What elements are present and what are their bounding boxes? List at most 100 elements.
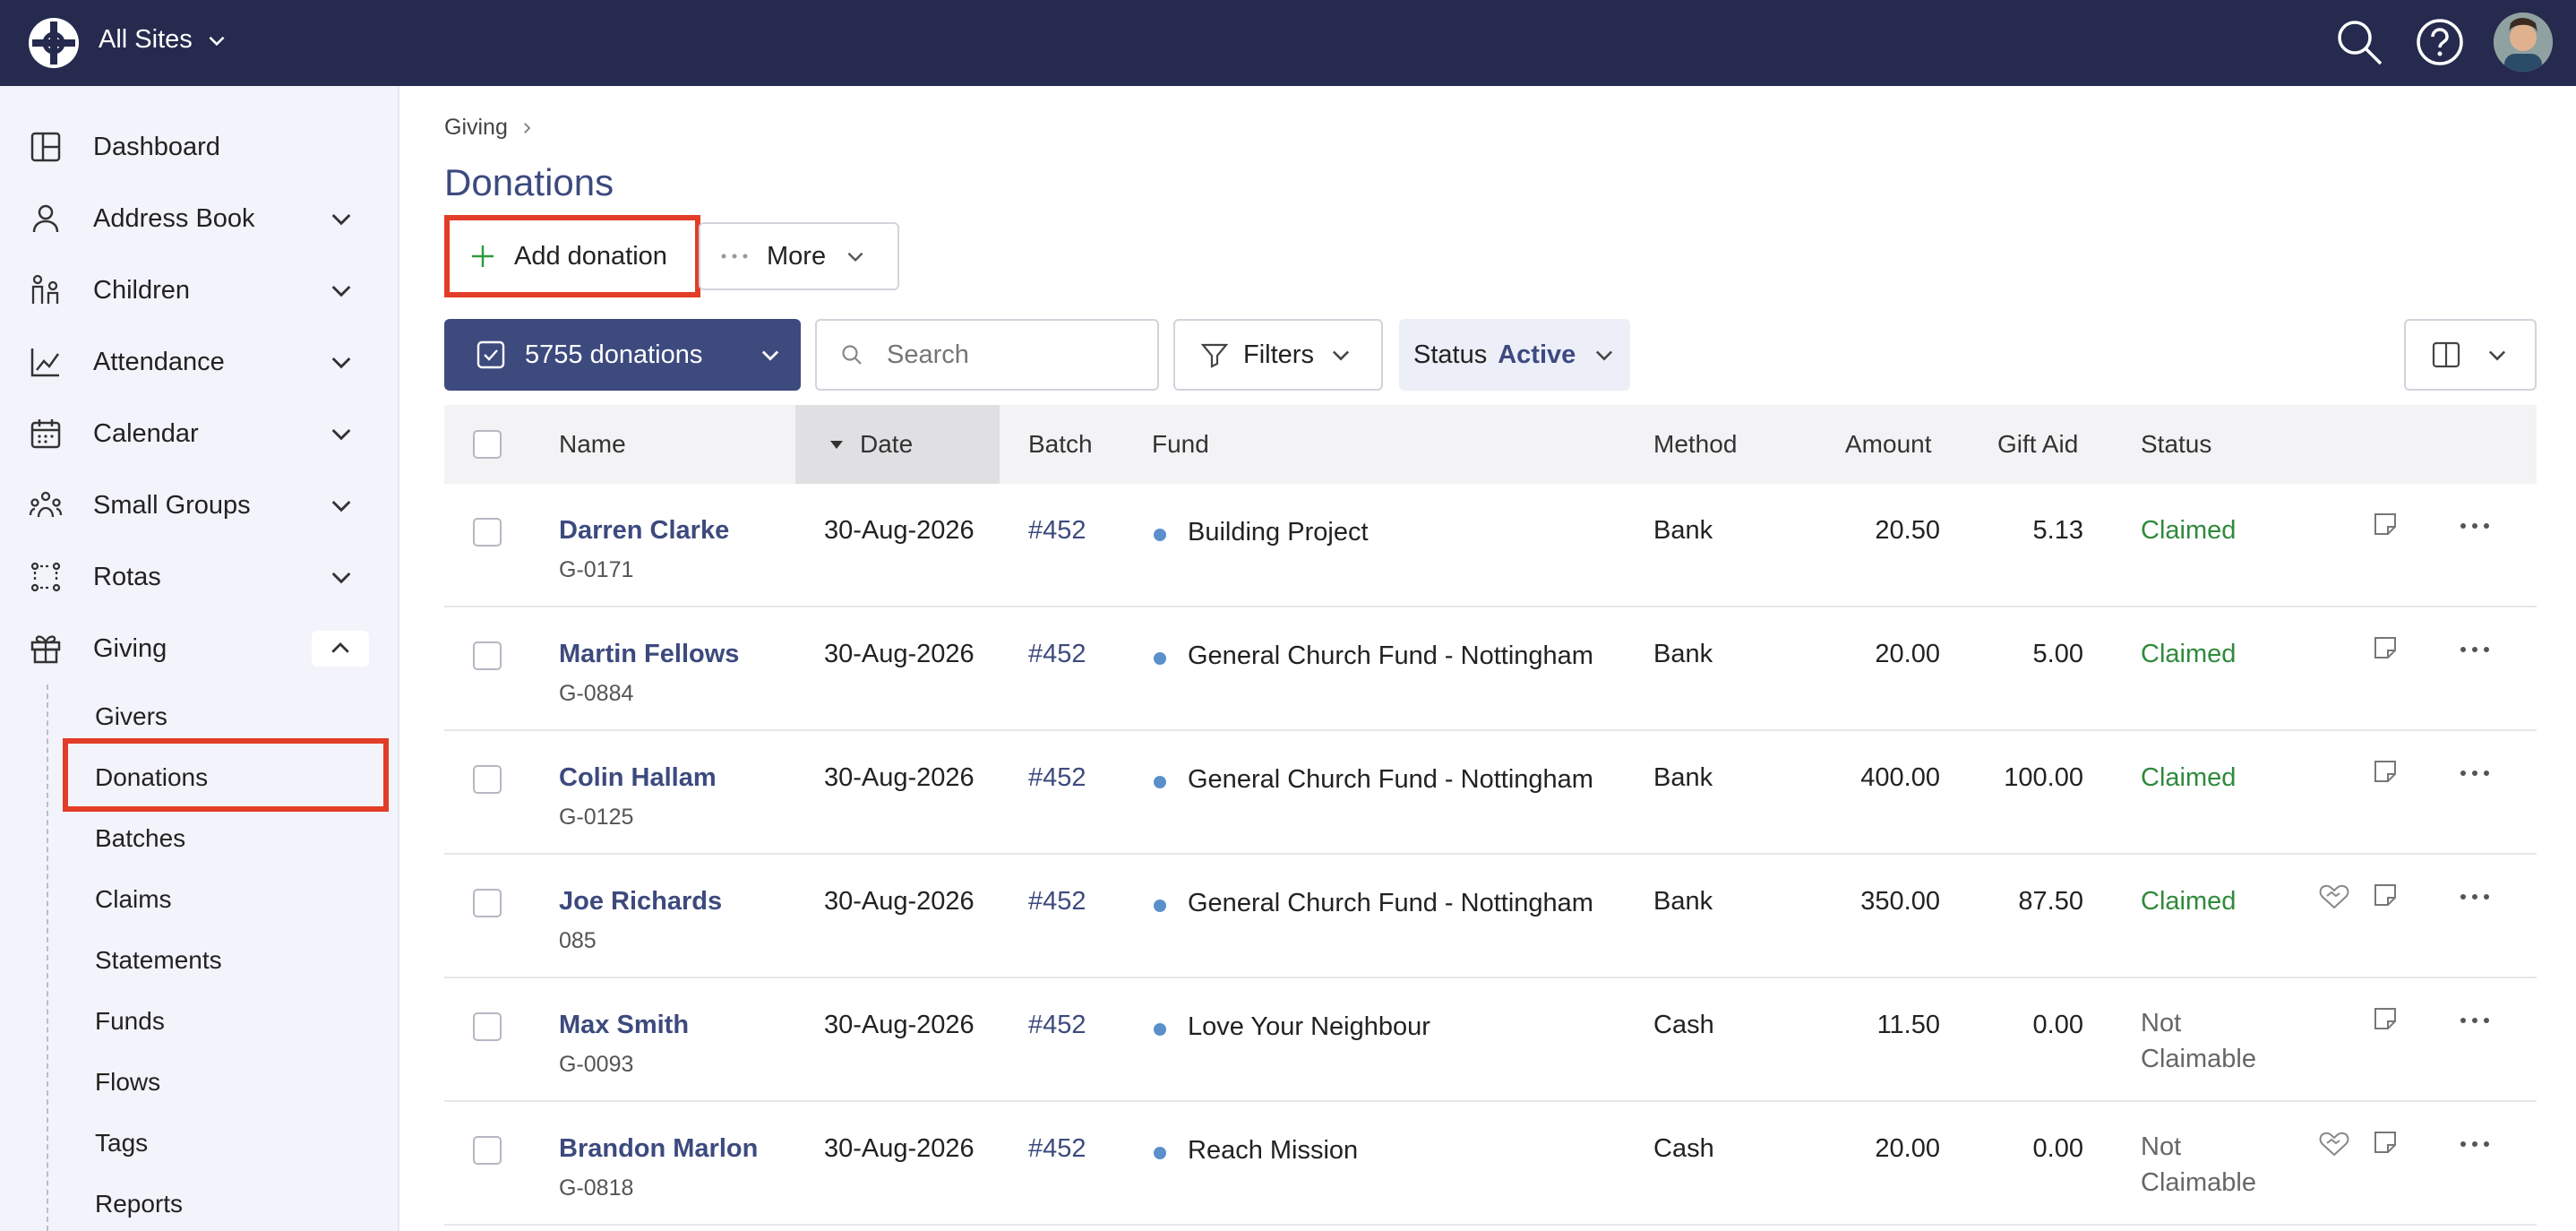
note-icon[interactable] xyxy=(2372,634,2399,661)
donor-name-link[interactable]: Martin Fellows xyxy=(559,640,739,669)
fund-name: General Church Fund - Nottingham xyxy=(1188,765,1593,794)
chevron-down-icon xyxy=(1332,350,1350,361)
sidebar-subitem-donations[interactable]: Donations xyxy=(95,763,208,792)
sidebar-subitem-flows[interactable]: Flows xyxy=(95,1068,160,1097)
batch-link[interactable]: #452 xyxy=(1028,640,1086,669)
table-row[interactable]: Martin Fellows G-0884 30-Aug-2026 #452 G… xyxy=(444,607,2537,731)
sidebar-subitem-statements[interactable]: Statements xyxy=(95,946,222,975)
batch-link[interactable]: #452 xyxy=(1028,1011,1086,1040)
batch-link[interactable]: #452 xyxy=(1028,887,1086,917)
row-checkbox[interactable] xyxy=(473,1012,502,1041)
breadcrumb-giving[interactable]: Giving xyxy=(444,115,508,141)
column-header-amount[interactable]: Amount xyxy=(1845,405,1932,484)
column-header-status[interactable]: Status xyxy=(2141,405,2211,484)
search-icon[interactable] xyxy=(2332,15,2386,69)
column-header-date[interactable]: Date xyxy=(795,405,1000,484)
column-header-gift-aid[interactable]: Gift Aid xyxy=(1997,405,2078,484)
table-row[interactable]: Max Smith G-0093 30-Aug-2026 #452 Love Y… xyxy=(444,978,2537,1102)
chevron-down-icon xyxy=(762,350,779,361)
column-header-fund[interactable]: Fund xyxy=(1152,405,1209,484)
sidebar-item-giving[interactable]: Giving xyxy=(0,615,399,683)
more-actions-icon[interactable] xyxy=(2460,521,2490,530)
sidebar-item-small-groups[interactable]: Small Groups xyxy=(0,471,399,539)
more-actions-icon[interactable] xyxy=(2460,1016,2490,1025)
donor-name-link[interactable]: Darren Clarke xyxy=(559,516,729,546)
note-icon[interactable] xyxy=(2372,511,2399,538)
more-actions-icon[interactable] xyxy=(2460,769,2490,778)
note-icon[interactable] xyxy=(2372,1129,2399,1156)
batch-link[interactable]: #452 xyxy=(1028,763,1086,793)
column-header-method[interactable]: Method xyxy=(1653,405,1737,484)
search-icon xyxy=(842,345,862,365)
search-input[interactable] xyxy=(887,340,1138,370)
note-icon[interactable] xyxy=(2372,758,2399,785)
sidebar-item-attendance[interactable]: Attendance xyxy=(0,328,399,396)
donor-name-link[interactable]: Joe Richards xyxy=(559,887,722,917)
chevron-down-icon[interactable] xyxy=(327,204,356,233)
search-box[interactable] xyxy=(815,319,1159,391)
sidebar-subitem-givers[interactable]: Givers xyxy=(95,702,167,731)
column-header-batch[interactable]: Batch xyxy=(1028,405,1093,484)
help-icon[interactable] xyxy=(2413,15,2467,69)
more-actions-icon[interactable] xyxy=(2460,892,2490,901)
table-row[interactable]: Brandon Marlon G-0818 30-Aug-2026 #452 R… xyxy=(444,1102,2537,1226)
plus-icon xyxy=(472,245,494,267)
status-badge: Claimed xyxy=(2141,763,2237,792)
donor-ref: G-0125 xyxy=(559,805,634,830)
donor-name-link[interactable]: Max Smith xyxy=(559,1011,689,1040)
select-all-cell xyxy=(473,405,502,484)
table-row[interactable]: Darren Clarke G-0171 30-Aug-2026 #452 Bu… xyxy=(444,484,2537,607)
site-switcher[interactable]: All Sites xyxy=(99,25,228,55)
row-checkbox[interactable] xyxy=(473,765,502,794)
chevron-down-icon[interactable] xyxy=(327,348,356,376)
sidebar-item-label: Small Groups xyxy=(93,490,251,520)
select-all-checkbox[interactable] xyxy=(473,430,502,459)
sidebar-subitem-reports[interactable]: Reports xyxy=(95,1190,183,1218)
row-checkbox[interactable] xyxy=(473,641,502,670)
more-actions-icon[interactable] xyxy=(2460,645,2490,654)
donor-name-link[interactable]: Brandon Marlon xyxy=(559,1134,758,1164)
column-header-name[interactable]: Name xyxy=(559,405,626,484)
fund-name: Love Your Neighbour xyxy=(1188,1012,1430,1041)
sidebar-item-dashboard[interactable]: Dashboard xyxy=(0,113,399,181)
row-checkbox[interactable] xyxy=(473,518,502,547)
filters-button[interactable]: Filters xyxy=(1173,319,1383,391)
chevron-down-icon[interactable] xyxy=(327,276,356,305)
donor-name-link[interactable]: Colin Hallam xyxy=(559,763,717,793)
fund-dot xyxy=(1154,652,1166,665)
status-filter[interactable]: Status Active xyxy=(1399,319,1630,391)
chevron-down-icon[interactable] xyxy=(327,491,356,520)
sidebar-item-rotas[interactable]: Rotas xyxy=(0,543,399,611)
heart-handshake-icon[interactable] xyxy=(2318,883,2350,910)
gift-icon xyxy=(30,635,61,664)
batch-link[interactable]: #452 xyxy=(1028,516,1086,546)
add-donation-button[interactable]: Add donation xyxy=(444,215,700,297)
columns-icon xyxy=(2432,341,2460,368)
row-checkbox[interactable] xyxy=(473,1136,502,1165)
collapse-button[interactable] xyxy=(312,631,369,667)
sidebar-item-children[interactable]: Children xyxy=(0,256,399,324)
chevron-down-icon[interactable] xyxy=(327,419,356,448)
sidebar-item-address-book[interactable]: Address Book xyxy=(0,185,399,253)
sidebar-item-calendar[interactable]: Calendar xyxy=(0,400,399,468)
heart-handshake-icon[interactable] xyxy=(2318,1131,2350,1158)
note-icon[interactable] xyxy=(2372,882,2399,908)
avatar[interactable] xyxy=(2494,13,2553,72)
app-logo-icon[interactable] xyxy=(27,16,81,70)
more-button[interactable]: More xyxy=(699,222,899,290)
chevron-down-icon[interactable] xyxy=(327,563,356,591)
note-icon[interactable] xyxy=(2372,1005,2399,1032)
donor-ref: 085 xyxy=(559,928,597,953)
more-actions-icon[interactable] xyxy=(2460,1140,2490,1149)
table-row[interactable]: Joe Richards 085 30-Aug-2026 #452 Genera… xyxy=(444,855,2537,978)
table-row[interactable]: Colin Hallam G-0125 30-Aug-2026 #452 Gen… xyxy=(444,731,2537,855)
sidebar-subitem-tags[interactable]: Tags xyxy=(95,1129,148,1158)
donation-count-button[interactable]: 5755 donations xyxy=(444,319,801,391)
row-checkbox[interactable] xyxy=(473,889,502,917)
column-layout-button[interactable] xyxy=(2404,319,2537,391)
sidebar-subitem-batches[interactable]: Batches xyxy=(95,824,185,853)
checkbox-icon xyxy=(477,340,505,369)
batch-link[interactable]: #452 xyxy=(1028,1134,1086,1164)
sidebar-subitem-claims[interactable]: Claims xyxy=(95,885,172,914)
sidebar-subitem-funds[interactable]: Funds xyxy=(95,1007,165,1036)
